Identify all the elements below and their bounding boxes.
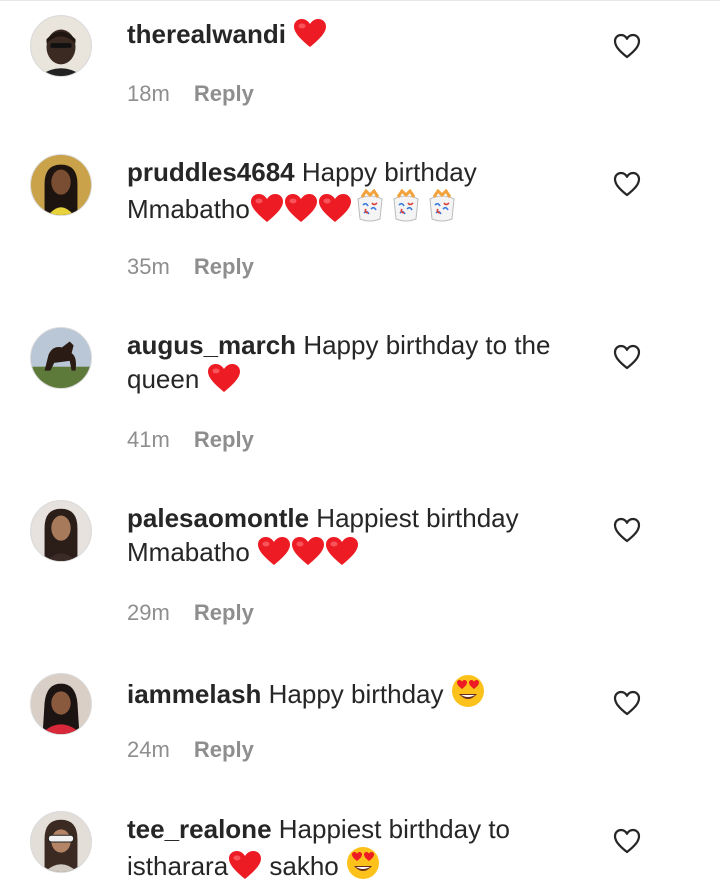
comment-username[interactable]: tee_realone [127,814,272,844]
heart-outline-icon [613,344,641,370]
heart-outline-icon [613,828,641,854]
heart-eyes-face-icon [346,846,380,880]
avatar[interactable] [30,15,92,77]
comment-text: palesaomontle Happiest birthday Mmabatho [127,501,597,574]
comment-text: augus_march Happy birthday to the queen [127,328,597,401]
comment-time: 24m [127,737,170,762]
red-heart-icon [318,193,352,231]
comment-meta: 29m Reply [127,600,254,626]
comment-text: therealwandi [127,17,597,56]
comment-item: therealwandi 18m Reply [0,1,720,151]
comment-username[interactable]: augus_march [127,330,296,360]
red-heart-icon [257,536,291,574]
comment-item: augus_march Happy birthday to the queen … [0,324,720,494]
avatar[interactable] [30,811,92,873]
reply-button[interactable]: Reply [194,427,254,452]
avatar[interactable] [30,500,92,562]
reply-button[interactable]: Reply [194,737,254,762]
like-button[interactable] [613,828,641,854]
heart-outline-icon [613,690,641,716]
comment-time: 41m [127,427,170,452]
heart-outline-icon [613,171,641,197]
confetti-ball-icon [388,188,424,231]
reply-button[interactable]: Reply [194,600,254,625]
heart-eyes-face-icon [451,674,485,716]
comment-time: 35m [127,254,170,279]
comment-meta: 35m Reply [127,254,254,280]
comment-meta: 41m Reply [127,427,254,453]
avatar[interactable] [30,673,92,735]
comment-time: 29m [127,600,170,625]
comment-text: tee_realone Happiest birthday to isthara… [127,812,597,880]
confetti-ball-icon [424,188,460,231]
comment-item: tee_realone Happiest birthday to isthara… [0,808,720,880]
comment-item: pruddles4684 Happy birthday Mmabatho 35m… [0,151,720,321]
comment-meta: 24m Reply [127,737,254,763]
like-button[interactable] [613,171,641,197]
like-button[interactable] [613,517,641,543]
red-heart-icon [293,18,327,56]
comment-item: palesaomontle Happiest birthday Mmabatho… [0,497,720,667]
avatar[interactable] [30,327,92,389]
comment-username[interactable]: pruddles4684 [127,157,295,187]
red-heart-icon [228,850,262,880]
like-button[interactable] [613,33,641,59]
red-heart-icon [291,536,325,574]
comment-item: iammelash Happy birthday 24m Reply [0,670,720,805]
heart-outline-icon [613,33,641,59]
comment-username[interactable]: therealwandi [127,19,286,49]
comment-username[interactable]: iammelash [127,679,261,709]
like-button[interactable] [613,344,641,370]
red-heart-icon [207,363,241,401]
avatar[interactable] [30,154,92,216]
comment-body-continued: sakho [269,851,339,880]
comment-meta: 18m Reply [127,81,254,107]
heart-outline-icon [613,517,641,543]
reply-button[interactable]: Reply [194,254,254,279]
confetti-ball-icon [352,188,388,231]
comment-time: 18m [127,81,170,106]
comments-list: therealwandi 18m Reply pruddles4684 Happ… [0,0,720,880]
like-button[interactable] [613,690,641,716]
comment-username[interactable]: palesaomontle [127,503,309,533]
reply-button[interactable]: Reply [194,81,254,106]
comment-text: iammelash Happy birthday [127,674,597,716]
red-heart-icon [250,193,284,231]
red-heart-icon [284,193,318,231]
red-heart-icon [325,536,359,574]
comment-body: Happy birthday [268,679,444,709]
comment-text: pruddles4684 Happy birthday Mmabatho [127,155,597,231]
